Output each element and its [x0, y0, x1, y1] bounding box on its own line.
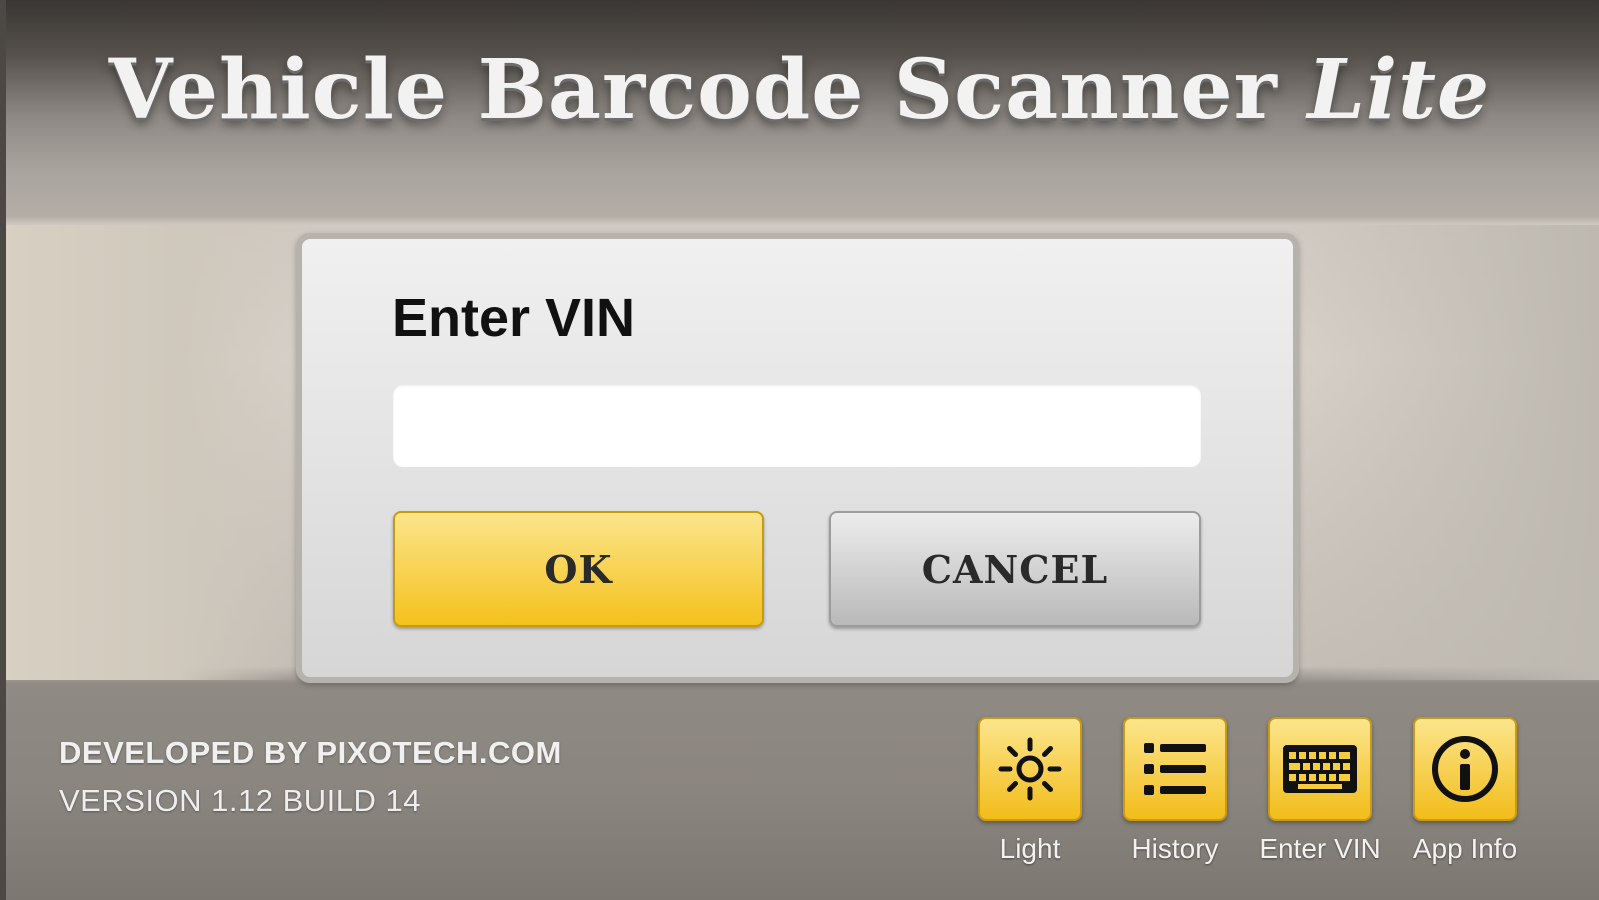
developer-credit: DEVELOPED BY PIXOTECH.COM — [59, 735, 562, 770]
app-info-icon-box[interactable] — [1413, 717, 1517, 821]
light-icon-box[interactable] — [978, 717, 1082, 821]
history-icon-box[interactable] — [1123, 717, 1227, 821]
keyboard-icon — [1283, 745, 1357, 793]
history-label: History — [1131, 833, 1219, 864]
info-icon — [1432, 736, 1498, 802]
list-icon — [1144, 743, 1206, 795]
light-button[interactable]: Light — [975, 717, 1085, 865]
ok-button[interactable]: OK — [393, 511, 764, 627]
enter-vin-icon-box[interactable] — [1268, 717, 1372, 821]
enter-vin-button[interactable]: Enter VIN — [1259, 717, 1381, 865]
app-title: Vehicle Barcode Scanner Lite — [0, 42, 1599, 138]
enter-vin-dialog: Enter VIN OK CANCEL — [296, 233, 1299, 683]
history-button[interactable]: History — [1120, 717, 1230, 865]
background-shade-right — [1299, 225, 1599, 680]
app-info-button[interactable]: App Info — [1410, 717, 1520, 865]
app-title-suffix: Lite — [1307, 42, 1491, 138]
cancel-button[interactable]: CANCEL — [829, 511, 1201, 627]
background-shade-left — [0, 225, 300, 680]
sun-icon — [998, 737, 1062, 801]
vin-input[interactable] — [393, 385, 1201, 467]
light-label: Light — [999, 833, 1061, 864]
app-title-main: Vehicle Barcode Scanner — [108, 42, 1278, 138]
app-info-label: App Info — [1412, 833, 1518, 864]
dialog-title: Enter VIN — [392, 288, 636, 348]
version-info: VERSION 1.12 BUILD 14 — [59, 783, 421, 818]
enter-vin-label: Enter VIN — [1259, 833, 1381, 864]
